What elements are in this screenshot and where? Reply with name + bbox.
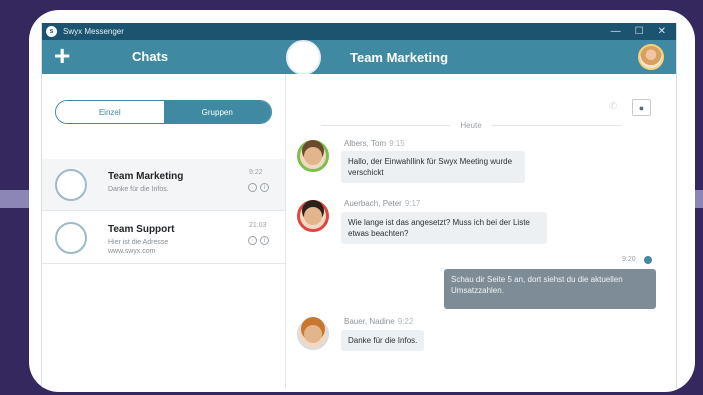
title-bar: s Swyx Messenger — ☐ ✕ <box>42 23 676 40</box>
new-chat-button[interactable]: + <box>54 42 70 70</box>
chat-list-item[interactable]: Team Support Hier ist die Adresse www.sw… <box>42 212 285 264</box>
chat-name: Team Support <box>108 224 175 235</box>
phone-icon[interactable]: ✆ <box>609 101 617 112</box>
minimize-icon[interactable]: — <box>611 26 621 37</box>
swyx-logo-icon: s <box>46 26 57 37</box>
chat-time: 9:22 <box>249 169 263 176</box>
info-icon[interactable]: i <box>260 183 269 192</box>
chat-preview: Hier ist die Adresse www.swyx.com <box>108 239 169 255</box>
chat-preview: Danke für die Infos. <box>108 186 169 193</box>
chats-title: Chats <box>132 49 169 64</box>
maximize-icon[interactable]: ☐ <box>635 26 644 37</box>
chat-list-sidebar: Einzel Gruppen Team Marketing Danke für … <box>42 74 286 388</box>
tab-gruppen[interactable]: Gruppen <box>163 101 271 123</box>
chat-list-item[interactable]: Team Marketing Danke für die Infos. 9:22… <box>42 159 285 211</box>
device-frame: s Swyx Messenger — ☐ ✕ + Chats Team Mark… <box>29 10 695 392</box>
sender-avatar <box>297 140 329 172</box>
conversation-pane: ✆ ● Heute Albers, Tom 9:15 Hallo, der Ein… <box>287 74 676 388</box>
user-avatar[interactable] <box>638 44 664 70</box>
app-header: + Chats Team Marketing <box>42 40 676 75</box>
mute-icon[interactable]: · <box>248 236 257 245</box>
chat-row-icons: · i <box>248 183 269 192</box>
sender-avatar <box>297 318 329 350</box>
chat-filter-toggle: Einzel Gruppen <box>55 100 272 124</box>
members-button[interactable]: ● <box>632 99 651 116</box>
message-bubble: Hallo, der Einwahllink für Swyx Meeting … <box>341 151 525 183</box>
message-time: 9:20 <box>622 256 636 263</box>
message-sender: Albers, Tom 9:15 <box>344 139 405 148</box>
message-bubble: Danke für die Infos. <box>341 330 425 351</box>
conversation-title: Team Marketing <box>350 50 449 65</box>
date-separator: Heute <box>321 119 622 131</box>
message-sender: Auerbach, Peter 9:17 <box>344 199 421 208</box>
person-icon: ● <box>638 102 645 113</box>
chat-time: 21:03 <box>249 222 267 229</box>
sender-avatar <box>297 200 329 232</box>
chat-name: Team Marketing <box>108 171 184 182</box>
messenger-window: s Swyx Messenger — ☐ ✕ + Chats Team Mark… <box>41 23 677 388</box>
tab-einzel[interactable]: Einzel <box>56 101 164 123</box>
chat-row-icons: · i <box>248 236 269 245</box>
info-icon[interactable]: i <box>260 236 269 245</box>
group-avatar[interactable] <box>286 40 321 75</box>
window-controls: — ☐ ✕ <box>611 26 666 37</box>
message-bubble-outgoing: Schau dir Seite 5 an, dort siehst du die… <box>444 269 656 309</box>
close-icon[interactable]: ✕ <box>658 26 666 37</box>
message-sender: Bauer, Nadine 9:22 <box>344 317 414 326</box>
mute-icon[interactable]: · <box>248 183 257 192</box>
message-bubble: Wie lange ist das angesetzt? Muss ich be… <box>341 212 547 244</box>
window-title: Swyx Messenger <box>63 27 124 36</box>
chat-avatar <box>55 169 87 201</box>
chat-avatar <box>55 222 87 254</box>
read-receipt-icon <box>644 256 652 264</box>
